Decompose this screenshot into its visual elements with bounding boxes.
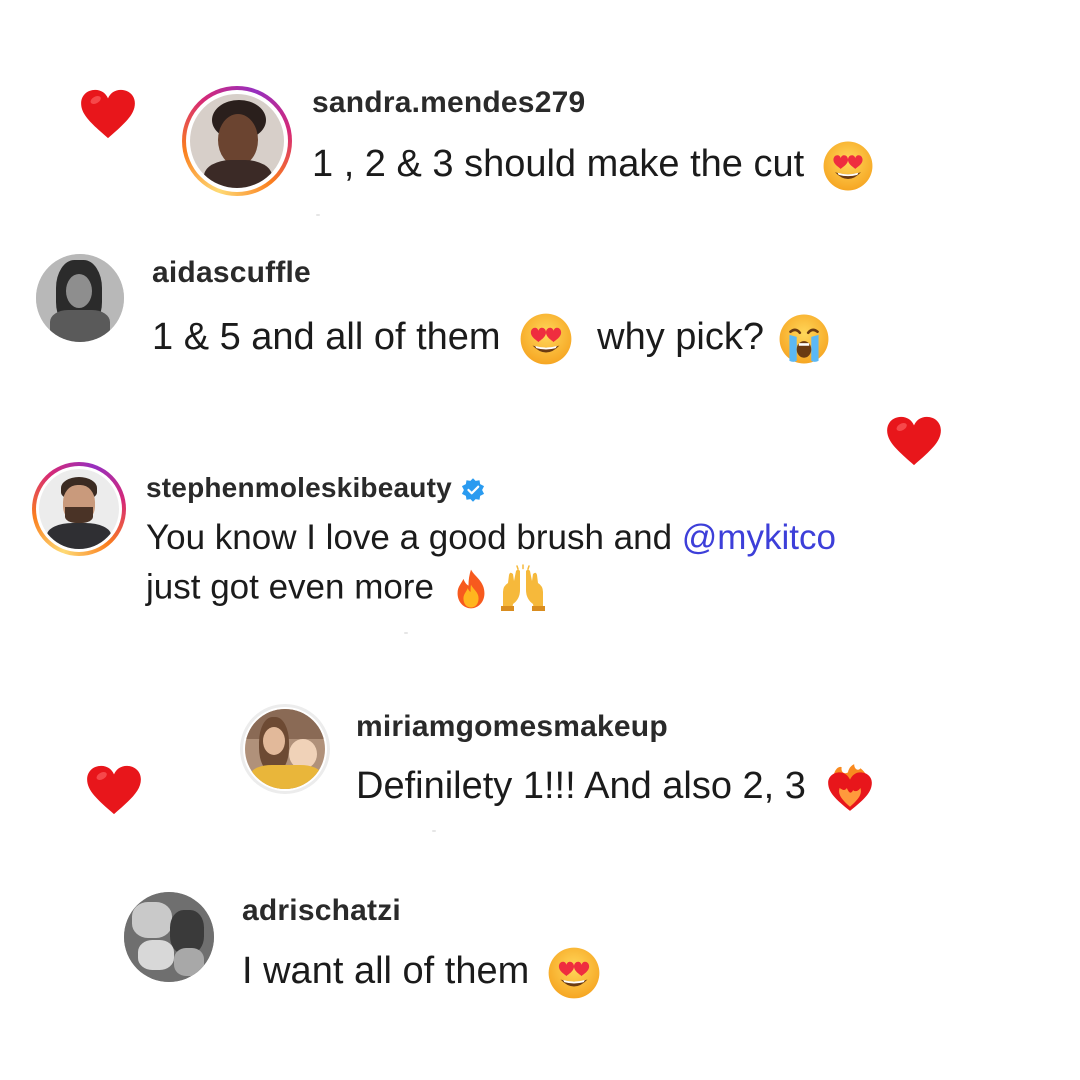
comment-text: I want all of them bbox=[242, 946, 601, 1000]
comment-sandra: sandra.mendes279 1 , 2 & 3 should make t… bbox=[0, 0, 1080, 200]
heart-eyes-emoji-icon bbox=[822, 140, 874, 192]
heart-eyes-emoji-icon bbox=[519, 312, 573, 366]
fire-emoji-icon bbox=[450, 567, 492, 611]
avatar bbox=[190, 94, 284, 188]
avatar bbox=[39, 469, 119, 549]
comment-text: 1 , 2 & 3 should make the cut bbox=[312, 140, 874, 192]
avatar-story-ring[interactable] bbox=[32, 462, 126, 556]
divider-dot bbox=[432, 830, 436, 832]
avatar[interactable] bbox=[124, 892, 214, 982]
comment-stephen: stephenmoleskibeauty You know I love a g… bbox=[0, 460, 1080, 630]
username[interactable]: adrischatzi bbox=[242, 894, 401, 928]
comment-text-line2: just got even more bbox=[146, 567, 434, 607]
comment-text: You know I love a good brush and @mykitc… bbox=[146, 516, 836, 560]
crying-emoji-icon bbox=[778, 313, 830, 365]
username[interactable]: sandra.mendes279 bbox=[312, 86, 585, 120]
comment-miriam: miriamgomesmakeup Definilety 1!!! And al… bbox=[0, 700, 1080, 840]
avatar[interactable] bbox=[240, 704, 330, 794]
username[interactable]: stephenmoleskibeauty bbox=[146, 472, 486, 504]
comment-text-body: 1 , 2 & 3 should make the cut bbox=[312, 143, 805, 186]
mention-link[interactable]: @mykitco bbox=[682, 518, 836, 557]
comment-text-body: I want all of them bbox=[242, 950, 530, 993]
divider-dot bbox=[316, 214, 320, 216]
avatar-story-ring[interactable] bbox=[182, 86, 292, 196]
username[interactable]: aidascuffle bbox=[152, 256, 311, 290]
heart-on-fire-emoji-icon bbox=[824, 762, 876, 814]
divider-dot bbox=[404, 632, 408, 634]
comment-adri: adrischatzi I want all of them bbox=[0, 880, 1080, 1020]
username-text[interactable]: stephenmoleskibeauty bbox=[146, 472, 452, 503]
comment-text-part-b: why pick? bbox=[597, 316, 764, 359]
comment-text: 1 & 5 and all of them why pick? bbox=[152, 312, 830, 366]
raising-hands-emoji-icon bbox=[498, 564, 548, 614]
comment-text-body: Definilety 1!!! And also 2, 3 bbox=[356, 765, 806, 808]
avatar[interactable] bbox=[36, 254, 124, 342]
avatar-photo bbox=[245, 709, 325, 789]
comment-text-second-line: just got even more bbox=[146, 564, 548, 614]
comment-text-part-a: 1 & 5 and all of them bbox=[152, 316, 501, 359]
username[interactable]: miriamgomesmakeup bbox=[356, 710, 668, 744]
verified-badge-icon bbox=[460, 477, 486, 503]
heart-eyes-emoji-icon bbox=[547, 946, 601, 1000]
comment-aida: aidascuffle 1 & 5 and all of them why pi… bbox=[0, 240, 1080, 380]
comment-text-line1: You know I love a good brush and bbox=[146, 518, 682, 557]
comment-text: Definilety 1!!! And also 2, 3 bbox=[356, 762, 876, 814]
